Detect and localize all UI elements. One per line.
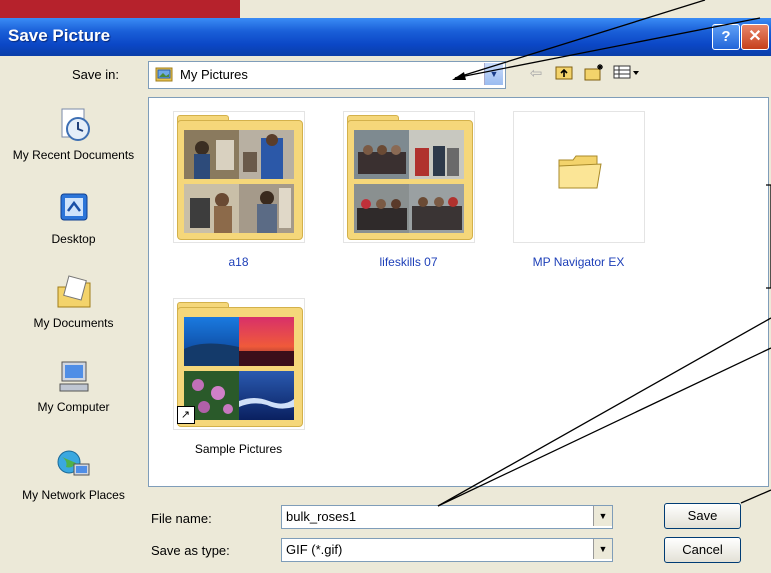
folder-thumbnail: ↗ [172, 298, 305, 430]
window-title: Save Picture [8, 26, 111, 45]
photo-thumbnail [408, 184, 464, 233]
photo-thumbnail [408, 130, 464, 179]
photo-thumbnail [183, 130, 239, 179]
file-item-mp-navigator-ex[interactable]: MP Navigator EX [506, 111, 651, 269]
folder-thumbnail [512, 111, 645, 243]
file-item-label: a18 [228, 255, 249, 269]
file-item-sample-pictures[interactable]: ↗ Sample Pictures [166, 298, 311, 456]
place-my-computer[interactable]: My Computer [8, 359, 139, 414]
place-label: Desktop [51, 232, 96, 246]
file-name-label: File name: [151, 511, 212, 526]
chevron-down-icon[interactable]: ▼ [484, 63, 503, 85]
place-label: My Documents [33, 316, 114, 330]
recent-documents-icon [61, 108, 90, 141]
place-my-documents[interactable]: My Documents [8, 275, 139, 330]
place-my-recent-documents[interactable]: My Recent Documents [8, 107, 139, 162]
place-my-network-places[interactable]: My Network Places [8, 447, 139, 502]
new-folder-icon[interactable] [582, 63, 606, 85]
help-button[interactable]: ? [712, 24, 740, 50]
file-item-lifeskills-07[interactable]: lifeskills 07 [336, 111, 481, 269]
title-bar[interactable] [0, 18, 771, 56]
save-button[interactable]: Save [664, 503, 741, 529]
save-in-label: Save in: [72, 67, 119, 82]
file-item-label: Sample Pictures [194, 442, 283, 456]
place-label: My Network Places [22, 488, 125, 502]
photo-thumbnail [183, 184, 239, 233]
save-in-value: My Pictures [180, 67, 248, 82]
folder-thumbnail [342, 111, 475, 243]
file-item-label: MP Navigator EX [532, 255, 625, 269]
save-picture-dialog: Save Picture ? ✕ Save in: My Pictures ▼ … [0, 0, 771, 573]
view-menu-icon[interactable] [612, 63, 642, 85]
close-button[interactable]: ✕ [741, 24, 769, 50]
save-as-type-value: GIF (*.gif) [286, 542, 343, 557]
place-desktop[interactable]: Desktop [8, 191, 139, 246]
file-list-view[interactable]: a18 lifeskills 07 MP Navigator EX ↗ Samp… [148, 97, 769, 487]
my-pictures-folder-icon [155, 67, 173, 82]
folder-thumbnail [172, 111, 305, 243]
photo-thumbnail [353, 130, 409, 179]
photo-thumbnail [238, 371, 294, 420]
chevron-down-icon[interactable]: ▼ [593, 539, 612, 559]
shortcut-arrow-icon: ↗ [176, 406, 195, 424]
file-item-label: lifeskills 07 [379, 255, 438, 269]
photo-thumbnail [238, 130, 294, 179]
back-arrow-icon[interactable]: ⇦ [524, 63, 548, 85]
desktop-icon [60, 193, 87, 221]
photo-thumbnail [183, 317, 239, 366]
photo-thumbnail [353, 184, 409, 233]
chevron-down-icon[interactable]: ▼ [593, 506, 612, 526]
my-computer-icon [59, 361, 88, 392]
my-documents-icon [57, 275, 90, 308]
places-bar: My Recent Documents Desktop My Documents [8, 97, 139, 545]
photo-thumbnail [238, 184, 294, 233]
photo-thumbnail [238, 317, 294, 366]
folder-icon [558, 155, 602, 189]
file-name-value[interactable]: bulk_roses1 [286, 509, 356, 524]
background-strip [0, 0, 240, 18]
cancel-button[interactable]: Cancel [664, 537, 741, 563]
file-item-a18[interactable]: a18 [166, 111, 311, 269]
network-places-icon [57, 450, 89, 476]
up-folder-icon[interactable] [552, 63, 576, 85]
place-label: My Computer [37, 400, 110, 414]
place-label: My Recent Documents [12, 148, 135, 162]
save-as-type-label: Save as type: [151, 543, 230, 558]
